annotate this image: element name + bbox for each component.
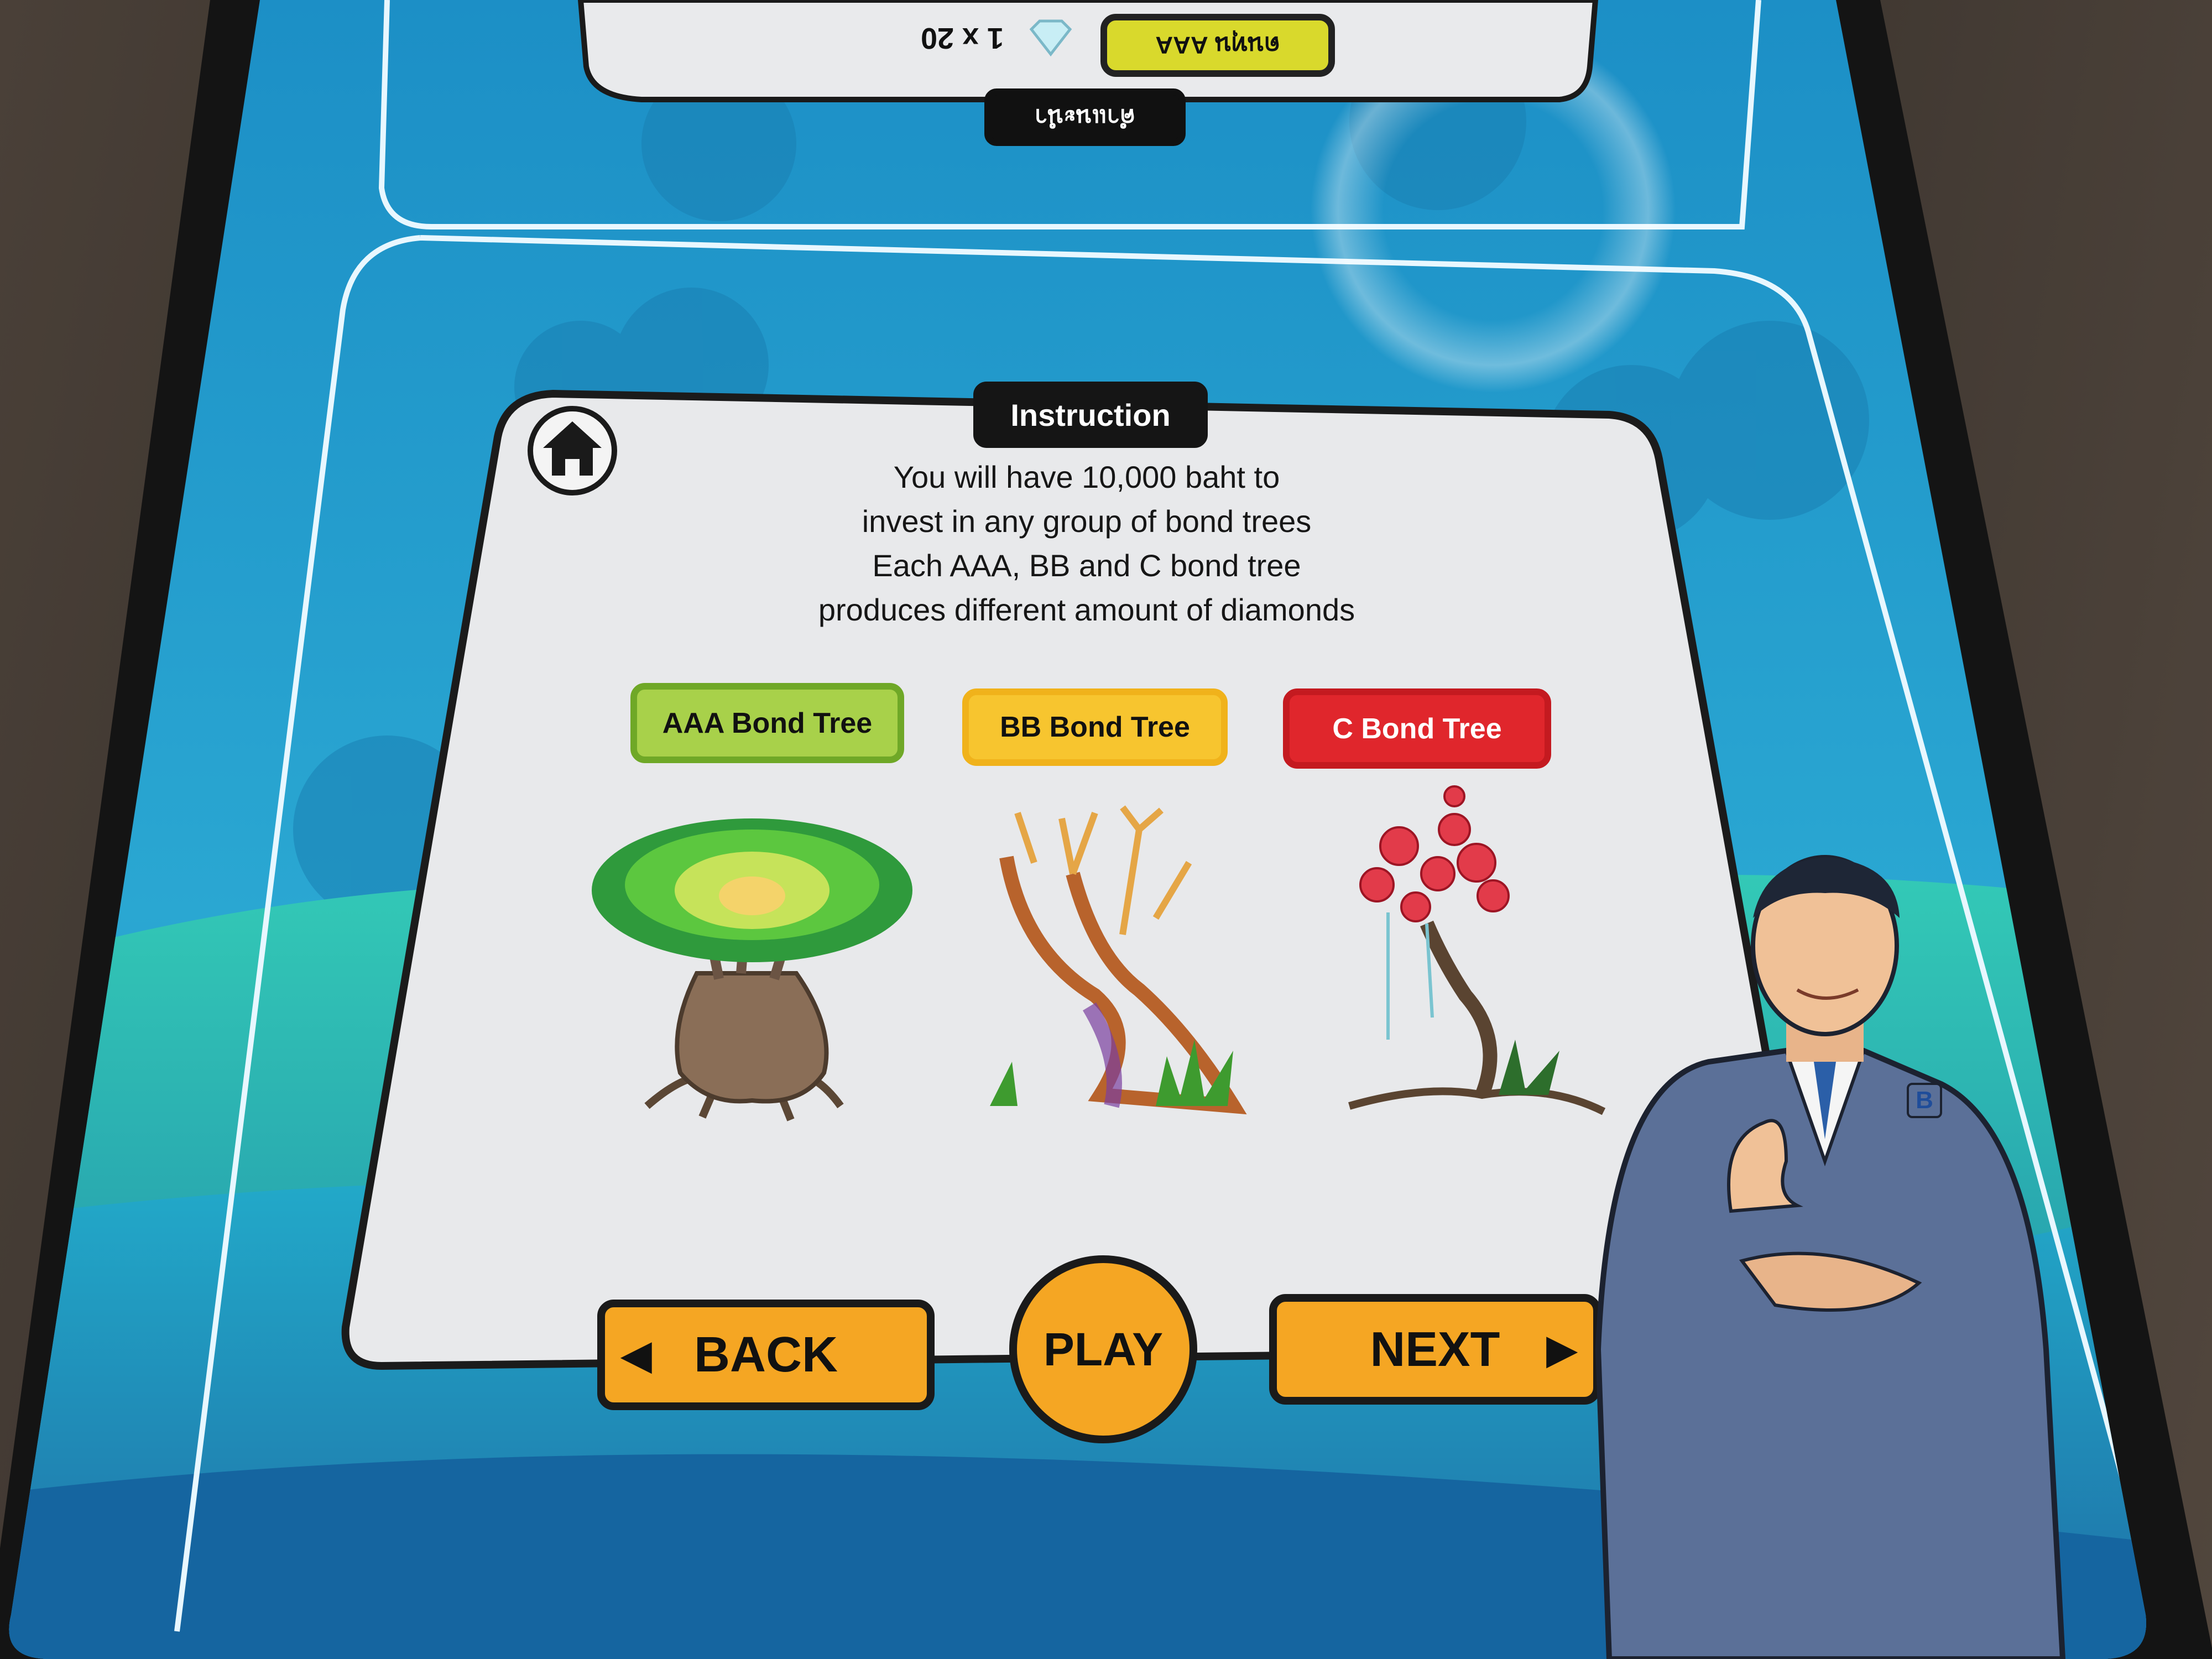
instruction-line-1: You will have 10,000 baht to: [893, 460, 1280, 494]
next-button[interactable]: NEXT ▶: [1269, 1294, 1601, 1405]
home-icon: [528, 406, 617, 495]
bb-bond-tree-label[interactable]: BB Bond Tree: [962, 688, 1228, 766]
c-bond-tree-label[interactable]: C Bond Tree: [1283, 688, 1551, 769]
back-button-label: BACK: [694, 1327, 838, 1383]
play-button[interactable]: PLAY: [1009, 1255, 1197, 1443]
instruction-text: You will have 10,000 baht to invest in a…: [719, 453, 1454, 641]
play-button-label: PLAY: [1043, 1323, 1164, 1375]
instruction-line-4: produces different amount of diamonds: [818, 592, 1355, 627]
next-button-label: NEXT: [1370, 1322, 1500, 1376]
mascot-character: B: [1595, 855, 2066, 1659]
top-bond-label[interactable]: ดนทุน AAA: [1100, 14, 1335, 77]
mascot-badge: B: [1916, 1087, 1933, 1114]
instruction-title: Instruction: [973, 382, 1208, 448]
top-tab-label: คำแนะนำ: [984, 88, 1186, 146]
bb-bond-tree-image: [990, 805, 1247, 1115]
home-button[interactable]: [525, 404, 619, 498]
top-reward-count: 1 x 20: [920, 22, 1004, 55]
aaa-bond-tree-image: [592, 818, 912, 1121]
back-arrow-icon: ◀: [622, 1333, 651, 1376]
instruction-line-2: invest in any group of bond trees: [862, 504, 1312, 539]
back-button[interactable]: ◀ BACK: [597, 1300, 935, 1410]
instruction-line-3: Each AAA, BB and C bond tree: [872, 548, 1301, 583]
aaa-bond-tree-label[interactable]: AAA Bond Tree: [630, 683, 904, 763]
next-arrow-icon: ▶: [1547, 1328, 1577, 1371]
game-screen: ดนทุน AAA 1 x 20 คำแนะนำ Instruction You…: [0, 0, 2212, 1659]
diamond-icon: [1029, 15, 1073, 60]
